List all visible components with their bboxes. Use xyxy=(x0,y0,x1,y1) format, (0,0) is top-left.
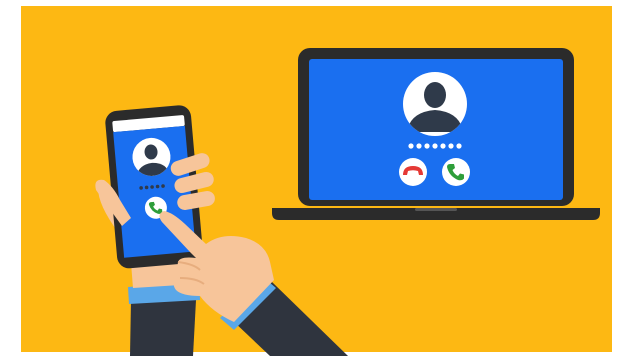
laptop-decline-button[interactable] xyxy=(399,158,427,186)
laptop xyxy=(272,48,600,220)
illustration-scene xyxy=(0,0,631,356)
call-illustration xyxy=(0,0,631,356)
laptop-accept-button[interactable] xyxy=(442,158,470,186)
laptop-notch xyxy=(415,208,457,211)
left-sleeve xyxy=(130,300,196,356)
laptop-avatar-icon xyxy=(403,72,467,136)
